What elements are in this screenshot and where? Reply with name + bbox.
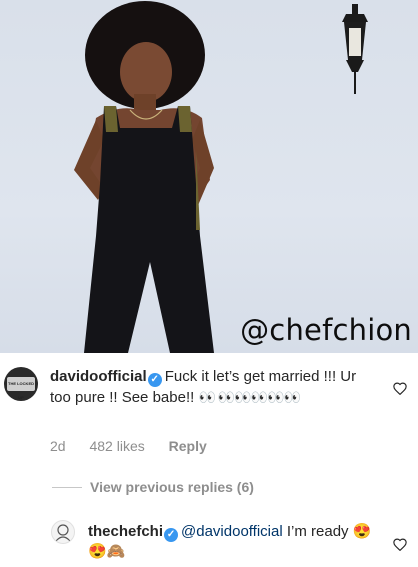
reply-body: thechefchi ✓ @davidoofficial I’m ready 😍😍🙈 (88, 522, 378, 562)
heart-outline-icon[interactable] (393, 538, 407, 551)
verified-badge-icon: ✓ (164, 528, 179, 542)
reply-avatar[interactable] (51, 520, 75, 544)
reply-mention[interactable]: @davidoofficial (181, 523, 283, 540)
reply-comment: thechefchi ✓ @davidoofficial I’m ready 😍😍🙈 (0, 0, 418, 567)
reply-username[interactable]: thechefchi (88, 523, 163, 540)
reply-text: I’m ready (286, 523, 349, 540)
